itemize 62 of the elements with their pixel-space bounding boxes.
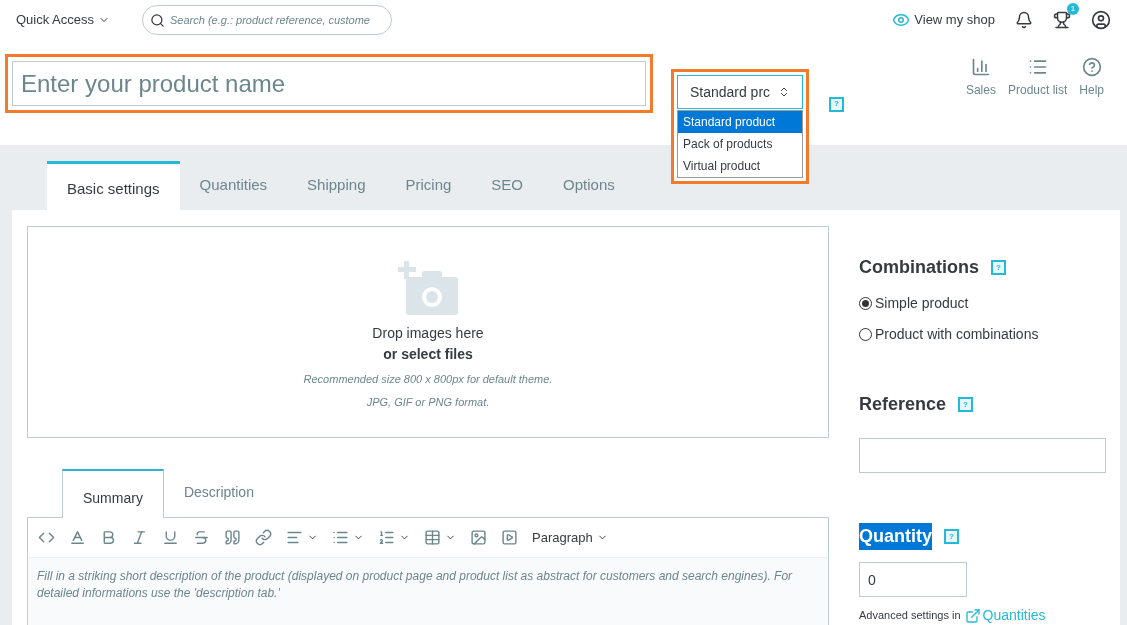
format-select[interactable]: Paragraph bbox=[532, 527, 608, 548]
view-shop-link[interactable]: View my shop bbox=[892, 10, 995, 30]
link-icon[interactable] bbox=[255, 529, 272, 546]
dropdown-option[interactable]: Virtual product bbox=[678, 155, 802, 177]
dropzone-title: Drop images here bbox=[372, 324, 484, 343]
section-title: Quantity bbox=[859, 523, 932, 550]
italic-icon[interactable] bbox=[131, 529, 148, 546]
tab[interactable]: Shipping bbox=[287, 161, 386, 210]
product-type-select[interactable]: Standard prc Standard product Pack of products Virtual product bbox=[671, 69, 809, 184]
quantities-link[interactable]: Quantities bbox=[964, 605, 1046, 625]
help-icon bbox=[1081, 57, 1102, 77]
bullet-list-icon[interactable] bbox=[332, 529, 349, 546]
table-icon[interactable] bbox=[424, 529, 441, 546]
advanced-settings-label: Advanced settings in bbox=[859, 608, 961, 624]
editor-tab[interactable]: Description bbox=[163, 468, 274, 517]
help-icon[interactable]: ? bbox=[829, 96, 844, 112]
quantity-field[interactable]: 0 bbox=[859, 562, 967, 597]
list-icon bbox=[1027, 57, 1048, 77]
dropzone-hint: Recommended size 800 x 800px for default theme. bbox=[303, 372, 553, 387]
help-icon[interactable]: ? bbox=[991, 260, 1006, 275]
camera-add-icon bbox=[398, 261, 458, 317]
account-icon[interactable] bbox=[1091, 10, 1111, 30]
tab[interactable]: Options bbox=[543, 161, 635, 210]
tab[interactable]: Quantities bbox=[179, 161, 288, 210]
radio-option[interactable]: Simple product bbox=[859, 293, 1109, 314]
product-name-field[interactable]: Enter your product name bbox=[5, 54, 653, 113]
header-action[interactable]: Sales bbox=[965, 57, 996, 99]
chart-icon bbox=[970, 57, 991, 77]
font-color-icon[interactable] bbox=[69, 529, 86, 546]
header-action[interactable]: Product list bbox=[1007, 57, 1068, 99]
section-title: Reference bbox=[859, 393, 947, 416]
image-dropzone[interactable]: Drop images here or select files Recommended size 800 x 800px for default theme. JPG, GIF or PNG format. bbox=[27, 226, 829, 438]
dropdown-option[interactable]: Standard product bbox=[678, 111, 802, 133]
reference-field[interactable] bbox=[859, 438, 1106, 473]
tab[interactable]: Pricing bbox=[385, 161, 472, 210]
align-icon[interactable] bbox=[286, 529, 303, 546]
summary-textarea[interactable]: Fill in a striking short description of the product (displayed on product page and product list as abstract for customers and search engines). For detailed informations use the 'description tab.' bbox=[28, 558, 828, 625]
header-action[interactable]: Help bbox=[1079, 57, 1104, 99]
search-field[interactable]: Search (e.g.: product reference, custome bbox=[142, 5, 393, 35]
external-link-icon bbox=[964, 607, 981, 624]
select-files-link[interactable]: or select files bbox=[383, 344, 473, 365]
quick-access-menu[interactable]: Quick Access bbox=[16, 10, 111, 30]
notification-count: 1 bbox=[1067, 3, 1079, 15]
editor-tab[interactable]: Summary bbox=[62, 469, 164, 518]
help-icon[interactable]: ? bbox=[958, 397, 974, 412]
image-icon[interactable] bbox=[470, 529, 487, 546]
dropdown-option[interactable]: Pack of products bbox=[678, 133, 802, 155]
notifications-icon[interactable] bbox=[1015, 11, 1033, 29]
search-icon bbox=[150, 13, 166, 28]
trophy-icon[interactable] bbox=[1053, 11, 1071, 29]
tab[interactable]: SEO bbox=[471, 161, 544, 210]
video-icon[interactable] bbox=[501, 529, 518, 546]
dropzone-hint: JPG, GIF or PNG format. bbox=[366, 394, 490, 410]
numbered-list-icon[interactable] bbox=[378, 529, 395, 546]
quote-icon[interactable] bbox=[224, 529, 241, 546]
tab[interactable]: Basic settings bbox=[47, 161, 180, 210]
underline-icon[interactable] bbox=[162, 529, 179, 546]
eye-icon bbox=[892, 11, 911, 29]
section-title: Combinations bbox=[859, 256, 979, 279]
help-icon[interactable]: ? bbox=[944, 529, 959, 544]
strikethrough-icon[interactable] bbox=[193, 529, 210, 546]
radio-option[interactable]: Product with combinations bbox=[859, 324, 1109, 345]
